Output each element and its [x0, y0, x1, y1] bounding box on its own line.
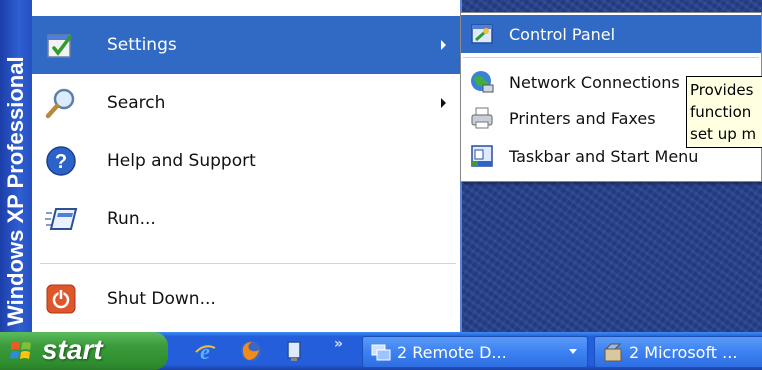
start-menu: Windows XP Professional Settings Search	[0, 0, 462, 332]
group-dropdown-icon	[569, 349, 577, 354]
help-icon: ?	[44, 144, 78, 178]
menu-item-label: Run...	[107, 209, 156, 229]
taskbar-start-menu-icon	[469, 143, 495, 169]
show-desktop-icon[interactable]	[282, 338, 308, 364]
network-connections-icon	[469, 69, 495, 95]
menu-item-label: Settings	[107, 35, 177, 55]
internet-explorer-icon[interactable]: e	[192, 338, 218, 364]
menu-item-label: Search	[107, 93, 166, 113]
submenu-item-label: Control Panel	[509, 24, 616, 44]
taskbar-button-label: 2 Remote D...	[397, 343, 507, 362]
menu-item-label: Shut Down...	[107, 289, 216, 309]
run-icon	[44, 202, 78, 236]
tooltip-line: function	[690, 103, 752, 121]
control-panel-icon	[469, 21, 495, 47]
menu-item-label: Help and Support	[107, 151, 256, 171]
taskbar-button-remote-desktop[interactable]: 2 Remote D...	[362, 336, 588, 368]
menu-item-settings[interactable]: Settings	[32, 16, 460, 74]
start-label: start	[42, 334, 103, 365]
menu-item-search[interactable]: Search	[32, 74, 460, 132]
microsoft-app-icon	[603, 343, 623, 363]
tooltip: Provides function set up m	[686, 76, 762, 148]
submenu-arrow-icon	[441, 98, 446, 108]
svg-text:e: e	[200, 339, 210, 363]
menu-item-help-and-support[interactable]: ? Help and Support	[32, 132, 460, 190]
submenu-item-label: Taskbar and Start Menu	[509, 146, 699, 166]
submenu-item-control-panel[interactable]: Control Panel	[461, 15, 761, 53]
quick-launch-overflow-button[interactable]: »	[334, 336, 343, 352]
tooltip-line: set up m	[690, 125, 757, 143]
submenu-arrow-icon	[441, 40, 446, 50]
start-button[interactable]: start	[0, 332, 168, 370]
submenu-item-label: Network Connections	[509, 72, 680, 92]
taskbar-button-label: 2 Microsoft ...	[629, 343, 738, 362]
search-icon	[44, 86, 78, 120]
taskbar: start e » 2 Remote D... 2 Microsoft ...	[0, 332, 762, 370]
submenu-separator	[463, 57, 759, 58]
submenu-item-label: Printers and Faxes	[509, 108, 656, 128]
menu-separator	[40, 263, 456, 264]
windows-logo-icon	[10, 340, 32, 362]
svg-text:?: ?	[55, 151, 67, 173]
taskbar-button-microsoft[interactable]: 2 Microsoft ...	[594, 336, 762, 368]
start-menu-banner: Windows XP Professional	[0, 0, 32, 332]
settings-icon	[44, 28, 78, 62]
menu-item-shut-down[interactable]: Shut Down...	[32, 270, 460, 328]
shutdown-icon	[44, 282, 78, 316]
printers-faxes-icon	[469, 105, 495, 131]
firefox-icon[interactable]	[238, 338, 264, 364]
tooltip-line: Provides	[690, 81, 754, 99]
menu-item-run[interactable]: Run...	[32, 190, 460, 248]
remote-desktop-icon	[371, 343, 391, 363]
banner-text: Windows XP Professional	[3, 56, 28, 326]
